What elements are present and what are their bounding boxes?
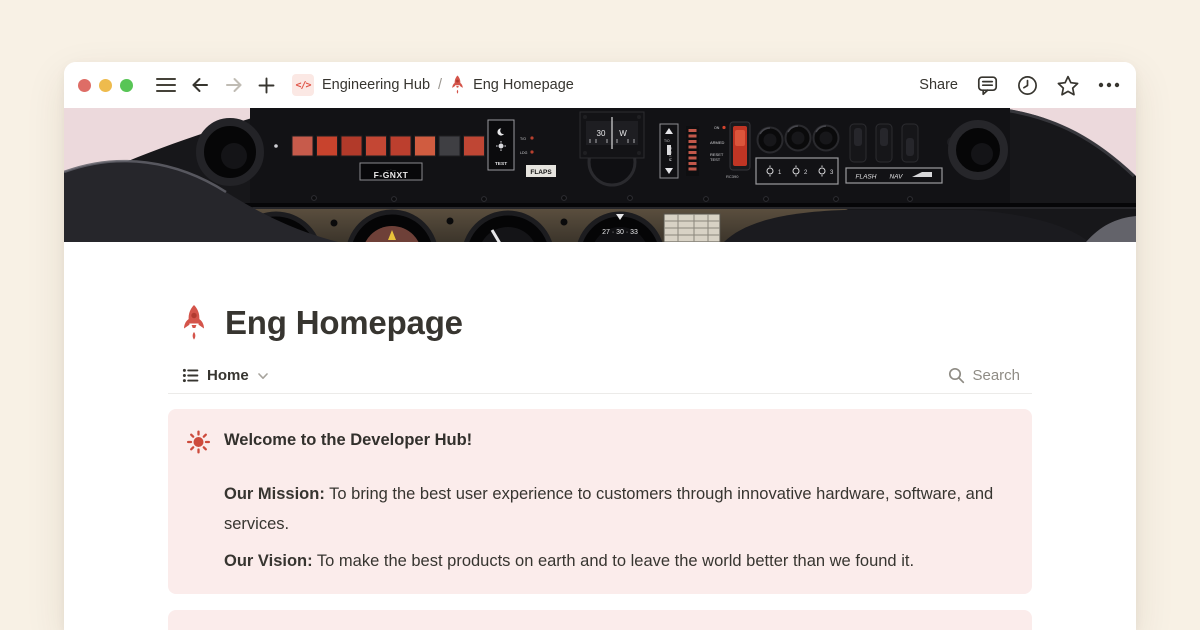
- svg-text:F-GNXT: F-GNXT: [374, 170, 409, 180]
- page-title-row: Eng Homepage: [168, 304, 1032, 342]
- tab-home[interactable]: Home: [182, 367, 268, 384]
- comments-icon[interactable]: [977, 75, 998, 96]
- callout-resources: Other resources to reference when workin…: [168, 610, 1032, 630]
- svg-text:T/O: T/O: [520, 137, 526, 141]
- callout-welcome: Welcome to the Developer Hub! Our Missio…: [168, 409, 1032, 594]
- breadcrumb-current[interactable]: Eng Homepage: [473, 77, 574, 93]
- vision-paragraph: Our Vision: To make the best products on…: [224, 546, 1004, 576]
- cover-flaps-label: FLAPS: [526, 165, 556, 177]
- tab-home-label: Home: [207, 367, 249, 384]
- cover-right-vent: [952, 124, 1004, 176]
- cover-data-table: [664, 214, 720, 242]
- search-button[interactable]: Search: [948, 367, 1020, 384]
- forward-arrow-icon[interactable]: [224, 76, 244, 94]
- svg-text:TRIM: TRIM: [668, 147, 673, 163]
- toolbar: </> Engineering Hub / Eng Homepage Share: [64, 62, 1136, 108]
- callout-welcome-body: Welcome to the Developer Hub! Our Missio…: [224, 429, 1004, 576]
- breadcrumb-parent[interactable]: Engineering Hub: [322, 77, 430, 93]
- cover-striped-column: [686, 126, 699, 176]
- search-icon: [948, 367, 965, 384]
- favorite-star-icon[interactable]: [1057, 75, 1079, 96]
- new-page-plus-icon[interactable]: [258, 77, 275, 94]
- svg-text:NAV: NAV: [889, 174, 903, 181]
- cover-trim-indicator: T/O TRIM: [660, 124, 678, 178]
- sidebar-menu-icon[interactable]: [156, 77, 176, 93]
- svg-text:W: W: [619, 129, 627, 138]
- svg-text:TEST: TEST: [710, 157, 721, 162]
- page-content: Eng Homepage Home Search: [168, 304, 1032, 630]
- toolbar-actions: Share: [919, 75, 1122, 96]
- cover-image-cockpit: 27 · 30 · 33: [64, 108, 1136, 242]
- window-controls: [78, 79, 133, 92]
- svg-text:ARMED: ARMED: [710, 140, 725, 145]
- zoom-window-button[interactable]: [120, 79, 133, 92]
- callout-welcome-heading: Welcome to the Developer Hub!: [224, 429, 1004, 451]
- breadcrumb-separator: /: [438, 77, 442, 93]
- close-window-button[interactable]: [78, 79, 91, 92]
- back-arrow-icon[interactable]: [190, 76, 210, 94]
- svg-text:FLAPS: FLAPS: [530, 169, 552, 176]
- minimize-window-button[interactable]: [99, 79, 112, 92]
- svg-text:ON: ON: [714, 126, 720, 130]
- page-title[interactable]: Eng Homepage: [225, 304, 463, 342]
- more-options-icon[interactable]: [1098, 82, 1120, 88]
- mission-paragraph: Our Mission: To bring the best user expe…: [224, 479, 1004, 539]
- share-button[interactable]: Share: [919, 77, 958, 93]
- history-clock-icon[interactable]: [1017, 75, 1038, 96]
- cover-knobs: [758, 126, 839, 153]
- svg-text:RC390: RC390: [726, 174, 739, 179]
- svg-text:LDG: LDG: [520, 151, 528, 155]
- rocket-icon: [450, 75, 465, 95]
- view-tabs-row: Home Search: [168, 358, 1032, 394]
- cover-test-panel: TEST: [488, 120, 514, 170]
- search-label: Search: [972, 367, 1020, 384]
- code-icon[interactable]: </>: [292, 74, 314, 96]
- cover-left-vent: [200, 122, 260, 182]
- breadcrumb: </> Engineering Hub / Eng Homepage: [292, 74, 574, 96]
- svg-text:T/O: T/O: [664, 139, 670, 143]
- svg-text:FLASH: FLASH: [856, 174, 877, 181]
- sun-icon: [186, 429, 211, 576]
- svg-text:30: 30: [597, 129, 606, 138]
- chevron-down-icon: [258, 373, 268, 380]
- list-view-icon: [182, 367, 199, 384]
- svg-text:TEST: TEST: [495, 161, 507, 167]
- app-window: </> Engineering Hub / Eng Homepage Share: [64, 62, 1136, 630]
- cover-registration-placard: — · — F-GNXT: [360, 163, 422, 180]
- cover-toggle-switches: [850, 124, 918, 162]
- svg-text:27 · 30 · 33: 27 · 30 · 33: [602, 229, 638, 236]
- page-rocket-icon[interactable]: [180, 304, 208, 342]
